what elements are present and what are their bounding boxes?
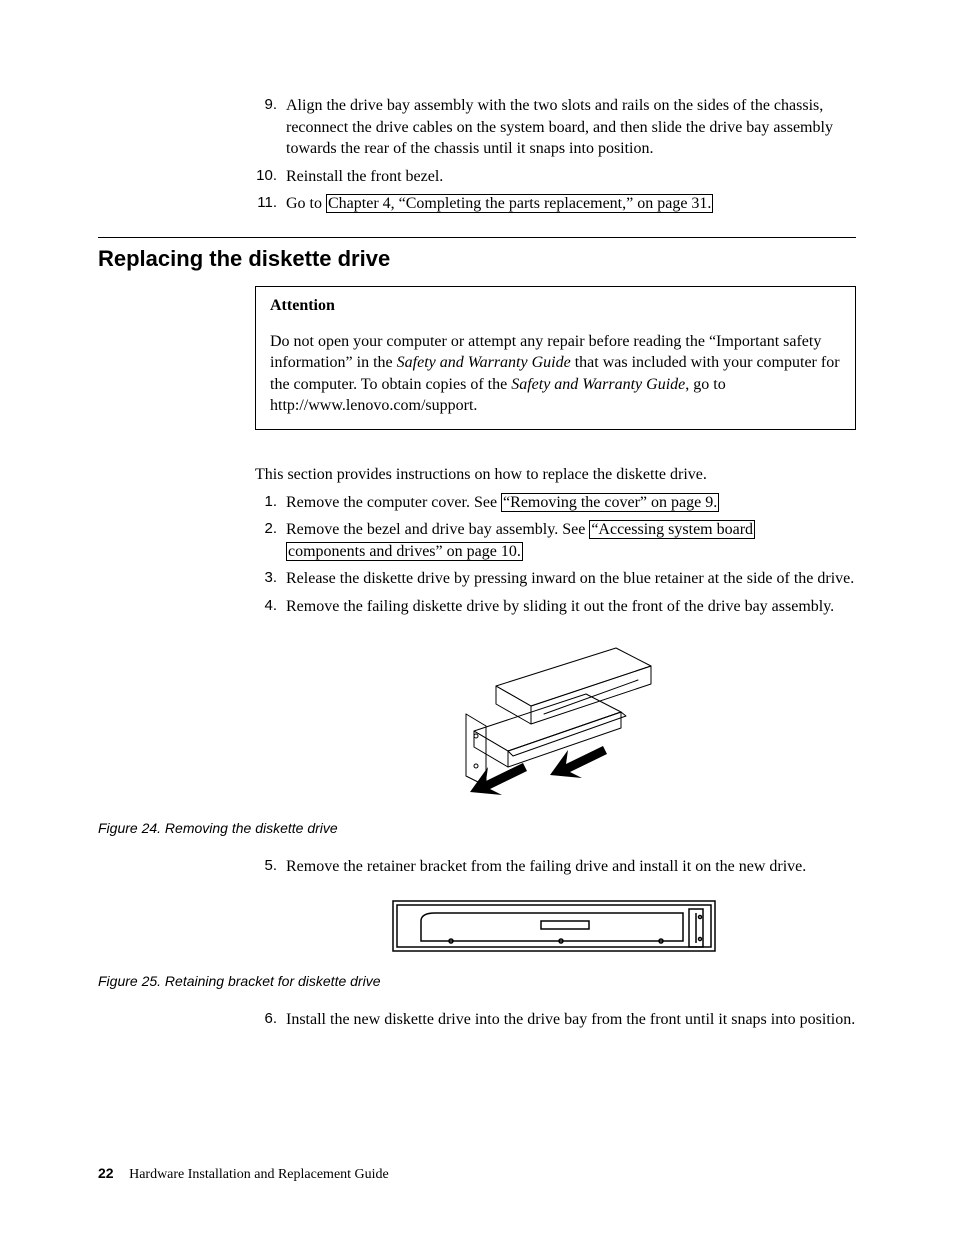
cross-ref-link[interactable]: “Accessing system board [589, 520, 755, 539]
step-11: 11. Go to Chapter 4, “Completing the par… [255, 193, 856, 215]
step-number: 2. [255, 519, 277, 539]
guide-name: Safety and Warranty Guide [511, 376, 685, 393]
step-5: 5. Remove the retainer bracket from the … [255, 856, 856, 878]
step-text: Align the drive bay assembly with the tw… [286, 97, 833, 157]
step-2: 2. Remove the bezel and drive bay assemb… [255, 519, 856, 562]
step-text-pre: Go to [286, 195, 326, 212]
step-4: 4. Remove the failing diskette drive by … [255, 596, 856, 618]
figure-24-caption: Figure 24. Removing the diskette drive [98, 820, 856, 836]
attention-title: Attention [270, 295, 841, 317]
guide-name: Safety and Warranty Guide [397, 354, 571, 371]
step-text-pre: Remove the computer cover. See [286, 494, 501, 511]
page-footer: 22 Hardware Installation and Replacement… [98, 1165, 389, 1183]
figure-25-illustration [255, 899, 856, 959]
step-6: 6. Install the new diskette drive into t… [255, 1009, 856, 1031]
section-heading: Replacing the diskette drive [98, 246, 856, 272]
attention-box: Attention Do not open your computer or a… [255, 286, 856, 430]
step-text-pre: Remove the bezel and drive bay assembly.… [286, 521, 589, 538]
cross-ref-link[interactable]: components and drives” on page 10. [286, 542, 523, 561]
step-number: 1. [255, 492, 277, 512]
instructions-block: This section provides instructions on ho… [255, 464, 856, 618]
page-number: 22 [98, 1165, 114, 1181]
step-number: 11. [255, 193, 277, 213]
figure-25-caption: Figure 25. Retaining bracket for diskett… [98, 973, 856, 989]
instructions-block-2: 5. Remove the retainer bracket from the … [255, 856, 856, 878]
step-text: Remove the failing diskette drive by sli… [286, 598, 834, 615]
step-number: 10. [255, 166, 277, 186]
step-number: 9. [255, 95, 277, 115]
section-intro: This section provides instructions on ho… [255, 464, 856, 486]
step-number: 4. [255, 596, 277, 616]
step-number: 3. [255, 568, 277, 588]
step-text: Release the diskette drive by pressing i… [286, 570, 854, 587]
step-text: Install the new diskette drive into the … [286, 1011, 855, 1028]
step-number: 5. [255, 856, 277, 876]
step-3: 3. Release the diskette drive by pressin… [255, 568, 856, 590]
figure-24-illustration [255, 636, 856, 806]
step-9: 9. Align the drive bay assembly with the… [255, 95, 856, 160]
chapter-link[interactable]: Chapter 4, “Completing the parts replace… [326, 194, 713, 213]
continued-steps: 9. Align the drive bay assembly with the… [255, 95, 856, 215]
section-divider [98, 237, 856, 238]
step-text: Remove the retainer bracket from the fai… [286, 858, 806, 875]
cross-ref-link[interactable]: “Removing the cover” on page 9. [501, 493, 719, 512]
footer-title: Hardware Installation and Replacement Gu… [129, 1167, 389, 1182]
step-text: Reinstall the front bezel. [286, 168, 443, 185]
attention-body: Do not open your computer or attempt any… [270, 331, 841, 417]
step-number: 6. [255, 1009, 277, 1029]
instructions-block-3: 6. Install the new diskette drive into t… [255, 1009, 856, 1031]
step-1: 1. Remove the computer cover. See “Remov… [255, 492, 856, 514]
step-10: 10. Reinstall the front bezel. [255, 166, 856, 188]
